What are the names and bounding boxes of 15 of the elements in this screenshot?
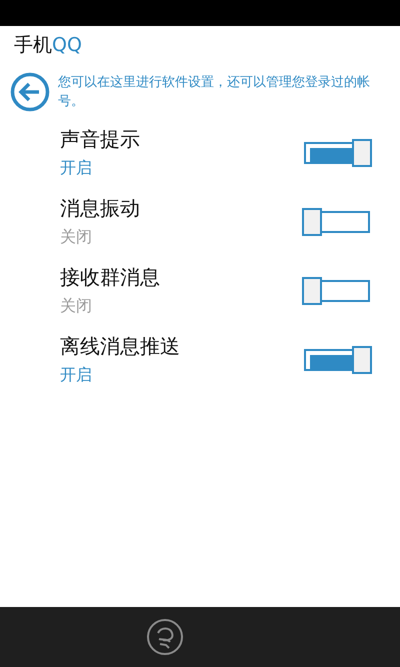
setting-label: 接收群消息 <box>60 264 160 290</box>
setting-status: 开启 <box>60 157 93 179</box>
toggle-switch[interactable] <box>302 277 372 305</box>
toggle-switch[interactable] <box>302 139 372 167</box>
setting-label: 声音提示 <box>60 126 140 152</box>
setting-status: 关闭 <box>60 295 93 317</box>
setting-status: 开启 <box>60 364 93 386</box>
app-bar-button[interactable] <box>146 618 184 656</box>
setting-status: 关闭 <box>60 226 93 248</box>
intro-text: 您可以在这里进行软件设置，还可以管理您登录过的帐号。 <box>58 74 371 111</box>
app-title: 手机QQ <box>14 33 82 58</box>
toggle-switch[interactable] <box>302 208 372 236</box>
toggle-switch[interactable] <box>302 346 372 374</box>
setting-label: 离线消息推送 <box>60 333 180 359</box>
setting-label: 消息振动 <box>60 195 140 221</box>
